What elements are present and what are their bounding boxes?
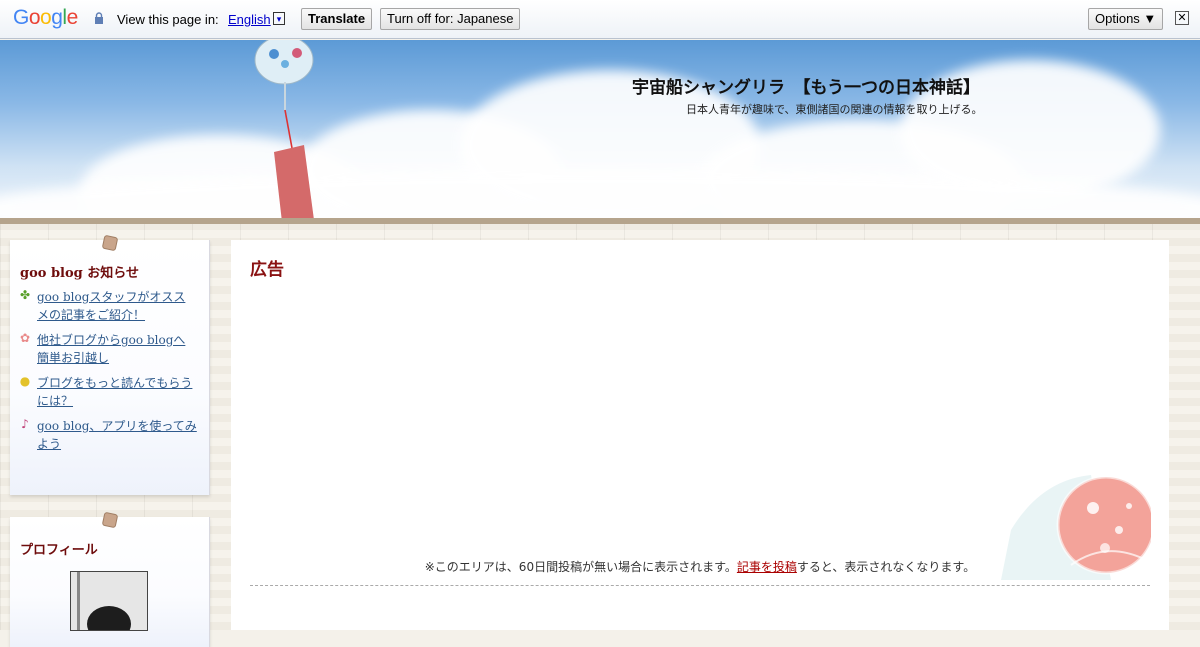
ad-title: 広告 (250, 260, 284, 280)
clover-icon: ✤ (19, 288, 31, 302)
post-article-link[interactable]: 記事を投稿 (737, 560, 797, 574)
news-heading: goo blog お知らせ (20, 266, 140, 281)
news-link[interactable]: ブログをもっと読んでもらうには？ (37, 374, 197, 410)
lock-icon (95, 12, 103, 24)
news-box: goo blog お知らせ ✤ goo blogスタッフがオススメの記事をご紹介… (10, 234, 210, 495)
turn-off-button[interactable]: Turn off for: Japanese (380, 8, 521, 30)
news-link[interactable]: 他社ブログからgoo blogへ簡単お引越し (37, 331, 197, 367)
pin-icon (101, 234, 119, 252)
pin-icon (101, 511, 119, 529)
options-button[interactable]: Options ▼ (1088, 8, 1164, 30)
language-dropdown-icon[interactable]: ▾ (273, 12, 285, 25)
close-icon[interactable]: ✕ (1175, 11, 1189, 25)
blog-title[interactable]: 宇宙船シャングリラ 【もう一つの日本神話】 (632, 73, 980, 98)
translate-button[interactable]: Translate (301, 8, 373, 30)
language-select[interactable]: English (228, 12, 271, 27)
profile-box: プロフィール (10, 511, 210, 647)
news-link[interactable]: goo blogスタッフがオススメの記事をご紹介！ (37, 288, 197, 324)
google-logo: Google (13, 6, 78, 29)
blog-description: 日本人青年が趣味で、東側諸国の関連の情報を取り上げる。 (686, 103, 983, 116)
ad-notice-text: ※このエリアは、60日間投稿が無い場合に表示されます。 (424, 560, 737, 574)
ad-notice: ※このエリアは、60日間投稿が無い場合に表示されます。記事を投稿すると、表示され… (231, 558, 1169, 575)
flower-icon: ✿ (19, 331, 31, 345)
blog-header: 宇宙船シャングリラ 【もう一つの日本神話】 日本人青年が趣味で、東側諸国の関連の… (0, 40, 1200, 220)
translate-bar: Google View this page in: English ▾ Tran… (0, 0, 1200, 39)
main-content: 広告 ※このエリアは、60日間投稿が無い場合に表示されます。記事を投稿すると、表… (231, 240, 1169, 630)
news-link[interactable]: goo blog、アプリを使ってみよう (37, 417, 197, 453)
view-page-label: View this page in: (117, 12, 219, 27)
profile-photo[interactable] (70, 571, 148, 631)
divider (250, 585, 1150, 586)
ad-notice-text-end: すると、表示されなくなります。 (796, 560, 976, 574)
lightbulb-icon: ● (19, 374, 31, 388)
music-note-icon: ♪ (21, 417, 29, 431)
wind-chime-icon (254, 40, 314, 220)
profile-heading: プロフィール (20, 543, 98, 558)
